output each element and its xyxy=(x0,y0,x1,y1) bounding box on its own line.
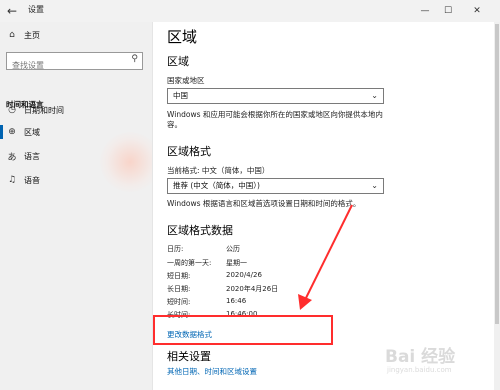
related-settings-heading: 相关设置 xyxy=(167,350,211,363)
back-arrow-icon[interactable]: ← xyxy=(3,2,21,20)
data-value: 2020/4/26 xyxy=(226,271,262,279)
calendar-clock-icon: ◷ xyxy=(8,105,16,115)
format-dropdown[interactable]: 推荐 (中文（简体，中国）) ⌄ xyxy=(167,178,384,194)
data-value: 星期一 xyxy=(226,259,247,267)
data-key: 日历: xyxy=(167,245,184,253)
data-value: 2020年4月26日 xyxy=(226,285,279,293)
title-bar: ← 设置 — ☐ ✕ xyxy=(0,0,500,22)
microphone-icon: ♫ xyxy=(7,175,17,185)
decorative-glow xyxy=(100,132,152,192)
data-value: 16:46 xyxy=(226,297,247,305)
region-format-heading: 区域格式 xyxy=(167,145,211,158)
chevron-down-icon: ⌄ xyxy=(371,181,378,190)
globe-icon: ⊕ xyxy=(8,127,16,137)
search-input[interactable] xyxy=(7,57,122,74)
sidebar-item-region[interactable]: ⊕ 区域 xyxy=(6,123,40,141)
minimize-button[interactable]: — xyxy=(414,1,436,21)
country-value: 中国 xyxy=(173,91,188,100)
additional-settings-link[interactable]: 其他日期、时间和区域设置 xyxy=(167,366,257,377)
data-key: 短日期: xyxy=(167,272,191,280)
sidebar-item-date-time[interactable]: ◷ 日期和时间 xyxy=(6,101,64,119)
close-button[interactable]: ✕ xyxy=(466,1,488,21)
watermark-text: Bai 经验 xyxy=(385,347,456,367)
maximize-button[interactable]: ☐ xyxy=(437,1,459,21)
annotation-highlight-box xyxy=(153,315,333,345)
sidebar-item-speech[interactable]: ♫ 语音 xyxy=(6,171,40,189)
sidebar-item-home[interactable]: ⌂ 主页 xyxy=(6,26,40,44)
settings-window: ← 设置 — ☐ ✕ ⌂ 主页 ⚲ 时间和语言 ◷ 日期和时间 ⊕ 区域 あ 语… xyxy=(0,0,500,390)
region-description: Windows 和应用可能会根据你所在的国家或地区向你提供本地内容。 xyxy=(167,110,383,129)
sidebar-item-label: 日期和时间 xyxy=(24,105,64,115)
page-title: 区域 xyxy=(167,28,198,46)
current-format-label: 当前格式: 中文（简体，中国） xyxy=(167,166,270,175)
sidebar: ⌂ 主页 ⚲ 时间和语言 ◷ 日期和时间 ⊕ 区域 あ 语言 ♫ 语音 xyxy=(0,22,153,390)
baidu-watermark: Bai 经验 jingyan.baidu.com xyxy=(385,340,495,380)
format-value: 推荐 (中文（简体，中国）) xyxy=(173,181,260,190)
data-key: 一周的第一天: xyxy=(167,259,212,267)
selected-indicator xyxy=(0,125,3,139)
region-heading: 区域 xyxy=(167,55,189,68)
home-icon: ⌂ xyxy=(9,30,15,40)
chevron-down-icon: ⌄ xyxy=(371,91,378,100)
scrollbar-thumb[interactable] xyxy=(495,24,499,324)
data-value: 公历 xyxy=(226,245,240,253)
sidebar-item-label: 语音 xyxy=(24,175,40,185)
search-box[interactable]: ⚲ xyxy=(6,52,143,74)
format-description: Windows 根据语言和区域首选项设置日期和时间的格式。 xyxy=(167,199,361,208)
watermark-url: jingyan.baidu.com xyxy=(387,366,452,374)
sidebar-item-language[interactable]: あ 语言 xyxy=(6,147,40,165)
sidebar-item-label: 语言 xyxy=(24,151,40,161)
sidebar-item-label: 区域 xyxy=(24,127,40,137)
window-title: 设置 xyxy=(28,5,44,14)
data-key: 长日期: xyxy=(167,285,191,293)
format-data-heading: 区域格式数据 xyxy=(167,224,233,237)
country-dropdown[interactable]: 中国 ⌄ xyxy=(167,88,384,104)
scrollbar[interactable] xyxy=(494,22,500,390)
sidebar-item-label: 主页 xyxy=(24,30,40,40)
country-label: 国家或地区 xyxy=(167,76,205,85)
search-icon[interactable]: ⚲ xyxy=(131,54,138,64)
language-icon: あ xyxy=(7,152,17,163)
data-key: 短时间: xyxy=(167,298,191,306)
